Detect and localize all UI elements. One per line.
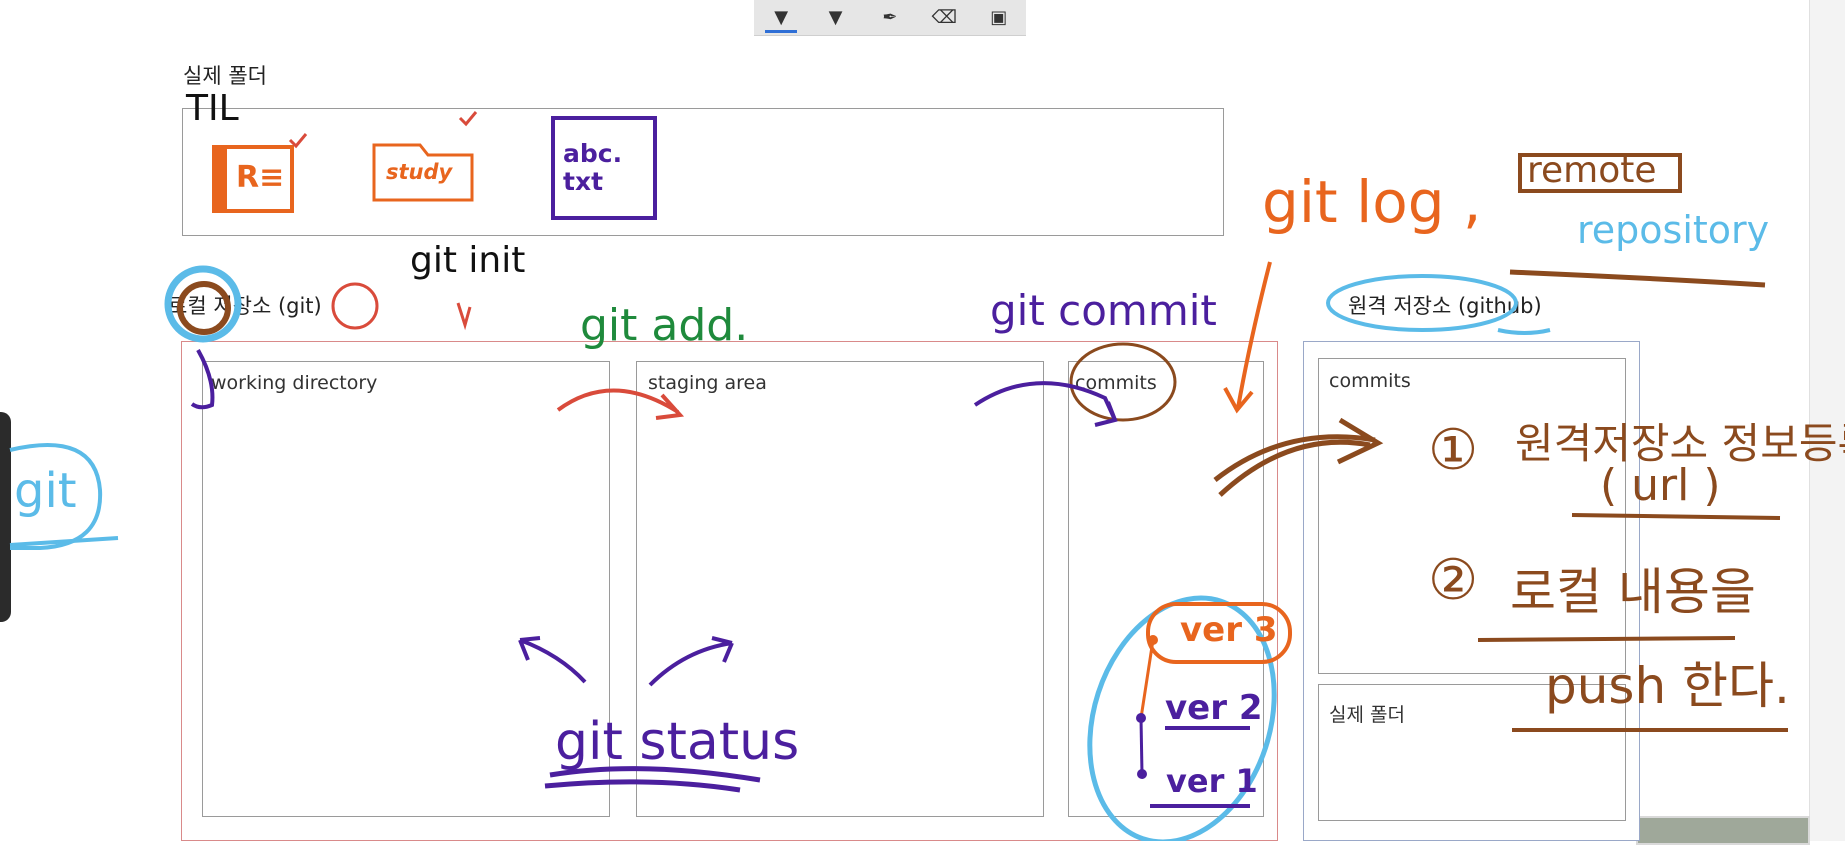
readme-text: R≡ — [236, 160, 285, 195]
local-circle-brown — [177, 281, 231, 335]
wd-hook — [190, 349, 215, 410]
git-commit-arrow — [973, 381, 1118, 427]
note2-text: 로컬 내용을 — [1510, 563, 1756, 621]
push-text: push 한다. — [1545, 657, 1790, 715]
remote-title-ellipse — [1326, 274, 1518, 332]
ver1-text: ver 1 — [1166, 762, 1258, 800]
git-status-text: git status — [555, 712, 800, 772]
ver1-node — [1137, 769, 1147, 779]
git-circle-red — [331, 282, 379, 330]
git-add-arrow — [556, 388, 685, 420]
ver2-text: ver 2 — [1165, 688, 1263, 728]
github-underline — [1497, 328, 1551, 335]
check-mark-1 — [288, 133, 308, 149]
note2-number: ② — [1428, 548, 1479, 613]
status-arrow-left — [518, 636, 587, 684]
git-log-text: git log , — [1262, 168, 1482, 236]
note1-url-text: ( url ) — [1600, 460, 1721, 511]
side-git-text: git — [14, 463, 77, 519]
remote-text: remote — [1527, 150, 1657, 191]
check-mark-2 — [458, 111, 478, 127]
git-add-text: git add. — [580, 300, 749, 351]
git-init-arrow — [456, 302, 472, 331]
repository-underline — [1509, 269, 1766, 288]
ver2-link — [1139, 717, 1144, 775]
push-arrow — [1213, 417, 1384, 497]
study-text: study — [386, 160, 453, 184]
ver2-node — [1136, 713, 1146, 723]
git-commit-text: git commit — [990, 286, 1217, 335]
ver3-text: ver 3 — [1180, 610, 1278, 650]
ver3-link — [1139, 639, 1155, 719]
commits-circle-brown — [1069, 342, 1177, 422]
status-arrow-right — [648, 636, 734, 687]
repository-text: repository — [1577, 208, 1770, 252]
note1-number: ① — [1428, 418, 1479, 483]
ver3-node — [1148, 635, 1158, 645]
git-init-text: git init — [410, 240, 526, 281]
note2-underline — [1477, 636, 1736, 642]
readme-file-edge — [214, 147, 227, 211]
abc-text: abc. txt — [563, 139, 623, 196]
til-text: TIL — [186, 88, 239, 129]
url-underline — [1571, 513, 1781, 520]
git-log-arrow — [1223, 261, 1272, 414]
